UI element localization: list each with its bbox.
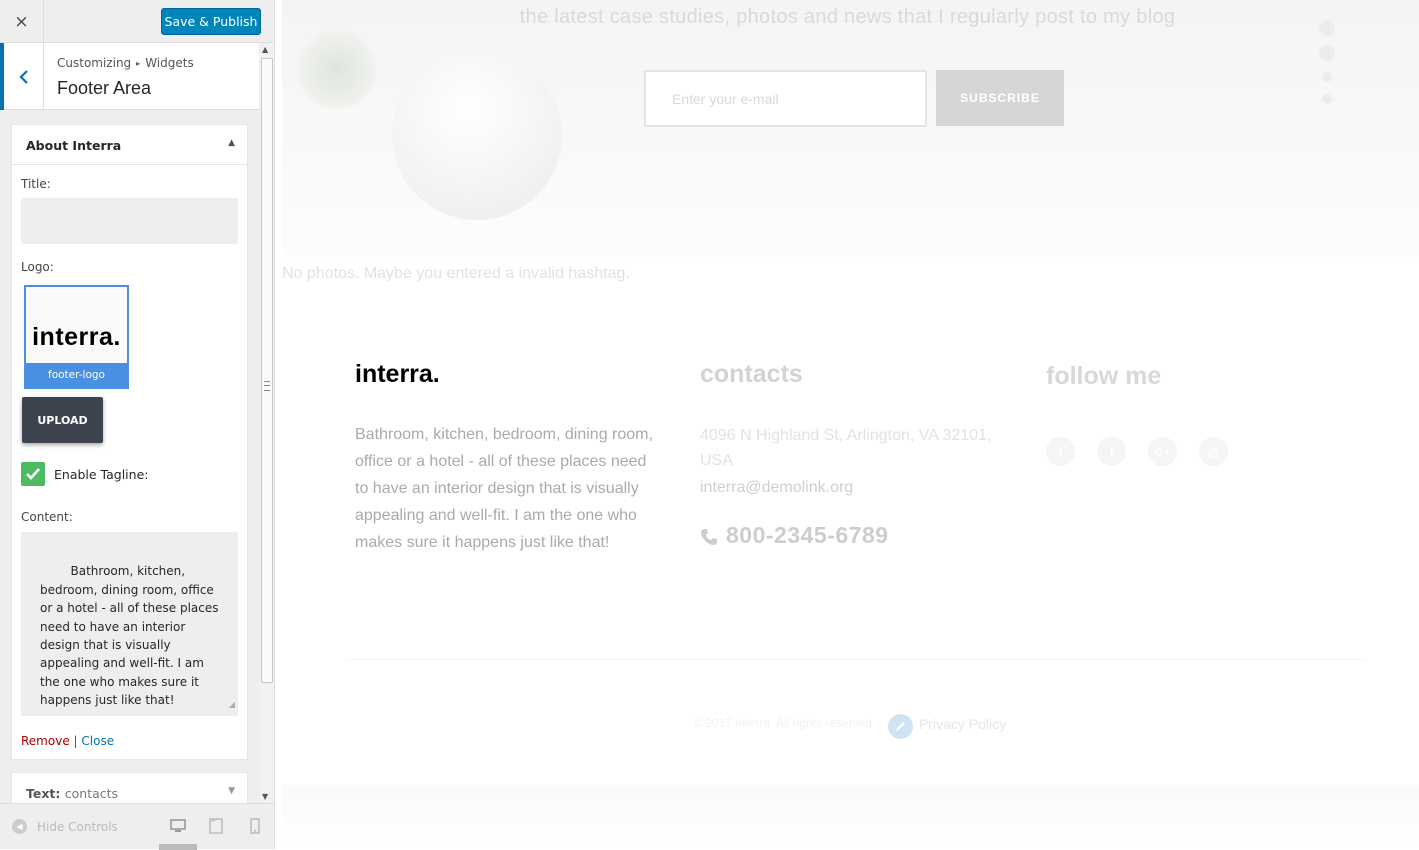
instagram-feed-message: No photos. Maybe you entered a invalid h…: [282, 265, 630, 282]
content-field-label: Content:: [21, 510, 73, 524]
footer-about-text: Bathroom, kitchen, bedroom, dining room,…: [355, 426, 653, 551]
collapse-circle-icon[interactable]: ◀: [12, 819, 27, 834]
breadcrumb-parent: Widgets: [145, 56, 194, 70]
content-textarea[interactable]: Bathroom, kitchen, bedroom, dining room,…: [21, 532, 238, 716]
customizer-footer: ◀ Hide Controls: [0, 803, 274, 850]
checkmark-icon: [26, 468, 40, 480]
decor-bowl-image: [392, 50, 562, 220]
privacy-policy-link[interactable]: Privacy Policy: [919, 716, 1006, 732]
close-link[interactable]: Close: [81, 734, 114, 748]
phone-icon: [701, 528, 717, 545]
close-icon: ×: [14, 11, 29, 32]
facebook-icon[interactable]: f: [1046, 437, 1075, 466]
logo-filename: footer-logo: [26, 363, 127, 387]
content-text: Bathroom, kitchen, bedroom, dining room,…: [40, 564, 223, 708]
customizer-sidebar: × Save & Publish Customizing ▸ Widgets Foo…: [0, 0, 275, 850]
subscribe-hero: [282, 0, 1419, 262]
widget-text-contacts[interactable]: Text: contacts ▼: [11, 772, 248, 803]
widget-about-interra: About Interra ▲ Title: Logo: interra. fo…: [11, 124, 248, 760]
contacts-email-link[interactable]: interra@demolink.org: [700, 479, 853, 497]
chevron-left-icon: [18, 69, 28, 84]
breadcrumb-root: Customizing: [57, 56, 132, 70]
widget-header[interactable]: About Interra ▲: [12, 125, 247, 165]
breadcrumb: Customizing ▸ Widgets: [57, 56, 194, 70]
hide-controls-button[interactable]: Hide Controls: [37, 820, 118, 834]
email-placeholder: Enter your e-mail: [672, 91, 779, 107]
active-device-indicator: [159, 844, 197, 850]
preview-bottom-fade: [282, 785, 1419, 849]
scroll-down-arrow-icon[interactable]: ▼: [262, 792, 268, 801]
widget-name: contacts: [64, 786, 119, 801]
breadcrumb-separator: ▸: [136, 59, 141, 68]
twitter-icon[interactable]: t: [1097, 437, 1126, 466]
google-plus-icon[interactable]: G+: [1148, 437, 1177, 466]
copyright-text: © 2017 Interra. All rights reserved: [693, 716, 872, 730]
title-input[interactable]: [21, 198, 238, 244]
save-publish-button[interactable]: Save & Publish: [161, 8, 261, 35]
decor-plant-image: [297, 30, 377, 110]
widget-title: About Interra: [26, 138, 122, 153]
close-customizer-button[interactable]: ×: [0, 0, 44, 43]
contacts-heading: contacts: [700, 360, 803, 388]
widget-type: Text:: [26, 786, 61, 801]
footer-logo[interactable]: interra.: [355, 360, 440, 389]
pencil-icon: [896, 722, 905, 731]
section-title: Footer Area: [57, 78, 152, 98]
scrollbar-thumb[interactable]: [261, 58, 273, 683]
widget-title: Text: contacts: [26, 786, 118, 801]
logo-field-label: Logo:: [21, 260, 54, 274]
instagram-icon[interactable]: ◎: [1199, 437, 1228, 466]
follow-heading: follow me: [1046, 362, 1162, 390]
enable-tagline-checkbox[interactable]: [21, 462, 45, 486]
enable-tagline-label: Enable Tagline:: [54, 467, 149, 482]
title-field-label: Title:: [21, 177, 51, 191]
decor-dot: [1319, 45, 1335, 61]
links-separator: |: [73, 734, 78, 748]
decor-dot: [1322, 72, 1332, 82]
email-input[interactable]: Enter your e-mail: [644, 70, 927, 127]
phone-number: 800-2345-6789: [726, 522, 889, 548]
resize-grip-icon[interactable]: ◢: [229, 696, 235, 714]
logo-preview-text: interra.: [32, 323, 121, 351]
tablet-icon[interactable]: [209, 818, 223, 834]
sidebar-scrollbar[interactable]: ▲ ▼: [260, 43, 274, 803]
scroll-up-arrow-icon[interactable]: ▲: [262, 45, 268, 54]
widget-actions: Remove | Close: [21, 734, 114, 748]
site-preview: the latest case studies, photos and news…: [276, 0, 1419, 849]
contacts-address: 4096 N Highland St, Arlington, VA 32101,…: [700, 427, 992, 469]
customizer-header: × Save & Publish: [0, 0, 274, 43]
contacts-phone[interactable]: 800-2345-6789: [700, 522, 889, 549]
logo-thumbnail[interactable]: interra. footer-logo: [24, 285, 129, 389]
desktop-icon[interactable]: [170, 818, 186, 834]
decor-dot: [1322, 94, 1332, 104]
scrollbar-grip-icon: [264, 381, 270, 391]
footer-divider: [346, 659, 1366, 660]
edit-shortcut-pencil-icon[interactable]: [888, 714, 913, 739]
subscribe-button[interactable]: SUBSCRIBE: [936, 70, 1064, 126]
remove-link[interactable]: Remove: [21, 734, 70, 748]
collapse-arrow-icon[interactable]: ▲: [228, 138, 235, 148]
customizer-panel: Customizing ▸ Widgets Footer Area About In…: [0, 43, 260, 803]
expand-arrow-icon[interactable]: ▼: [228, 786, 235, 796]
upload-button[interactable]: UPLOAD: [22, 397, 103, 443]
section-header: Customizing ▸ Widgets Footer Area: [0, 43, 259, 110]
hero-tagline: the latest case studies, photos and news…: [519, 6, 1176, 28]
mobile-icon[interactable]: [250, 818, 260, 834]
back-button[interactable]: [0, 43, 44, 110]
